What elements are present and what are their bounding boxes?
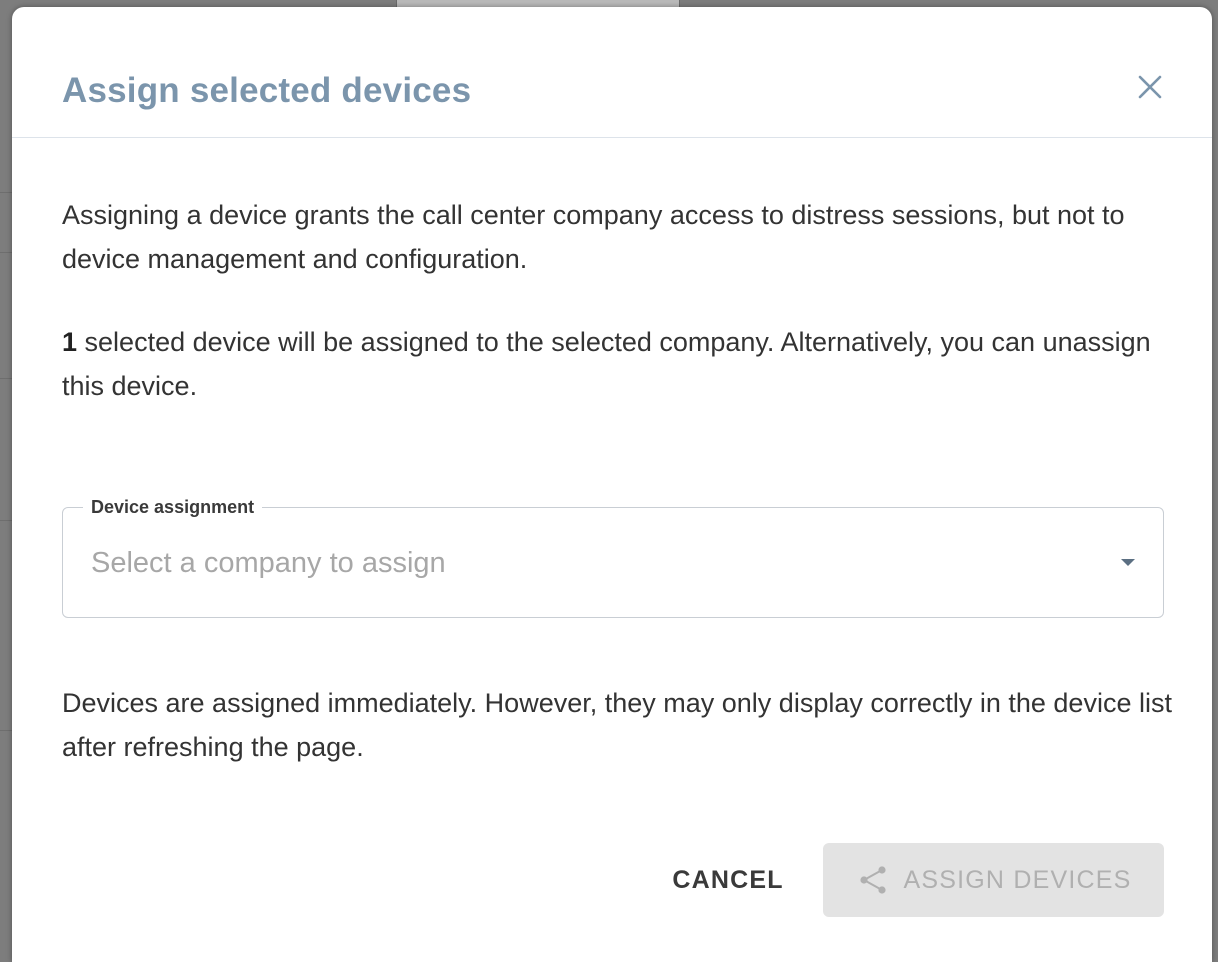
selection-summary: 1 selected device will be assigned to th… <box>62 320 1172 408</box>
refresh-note: Devices are assigned immediately. Howeve… <box>62 688 1172 762</box>
assign-devices-button[interactable]: ASSIGN DEVICES <box>823 843 1164 917</box>
selected-count: 1 <box>62 327 78 357</box>
dialog-actions: CANCEL ASSIGN DEVICES <box>12 843 1212 917</box>
device-assignment-label: Device assignment <box>83 495 263 519</box>
close-icon <box>1138 75 1162 99</box>
dialog-title: Assign selected devices <box>62 71 472 110</box>
device-assignment-placeholder: Select a company to assign <box>91 547 446 579</box>
cancel-button[interactable]: CANCEL <box>668 843 788 917</box>
close-button[interactable] <box>1130 67 1170 107</box>
selection-summary-text: selected device will be assigned to the … <box>62 327 1151 401</box>
share-icon <box>856 863 890 897</box>
assign-devices-label: ASSIGN DEVICES <box>903 865 1132 894</box>
device-assignment-select[interactable]: Device assignment Select a company to as… <box>62 495 1164 618</box>
dialog-header: Assign selected devices <box>12 7 1212 138</box>
intro-text: Assigning a device grants the call cente… <box>62 200 1125 274</box>
assign-devices-dialog: Assign selected devices Assigning a devi… <box>12 7 1212 962</box>
caret-down-icon <box>1121 559 1135 566</box>
